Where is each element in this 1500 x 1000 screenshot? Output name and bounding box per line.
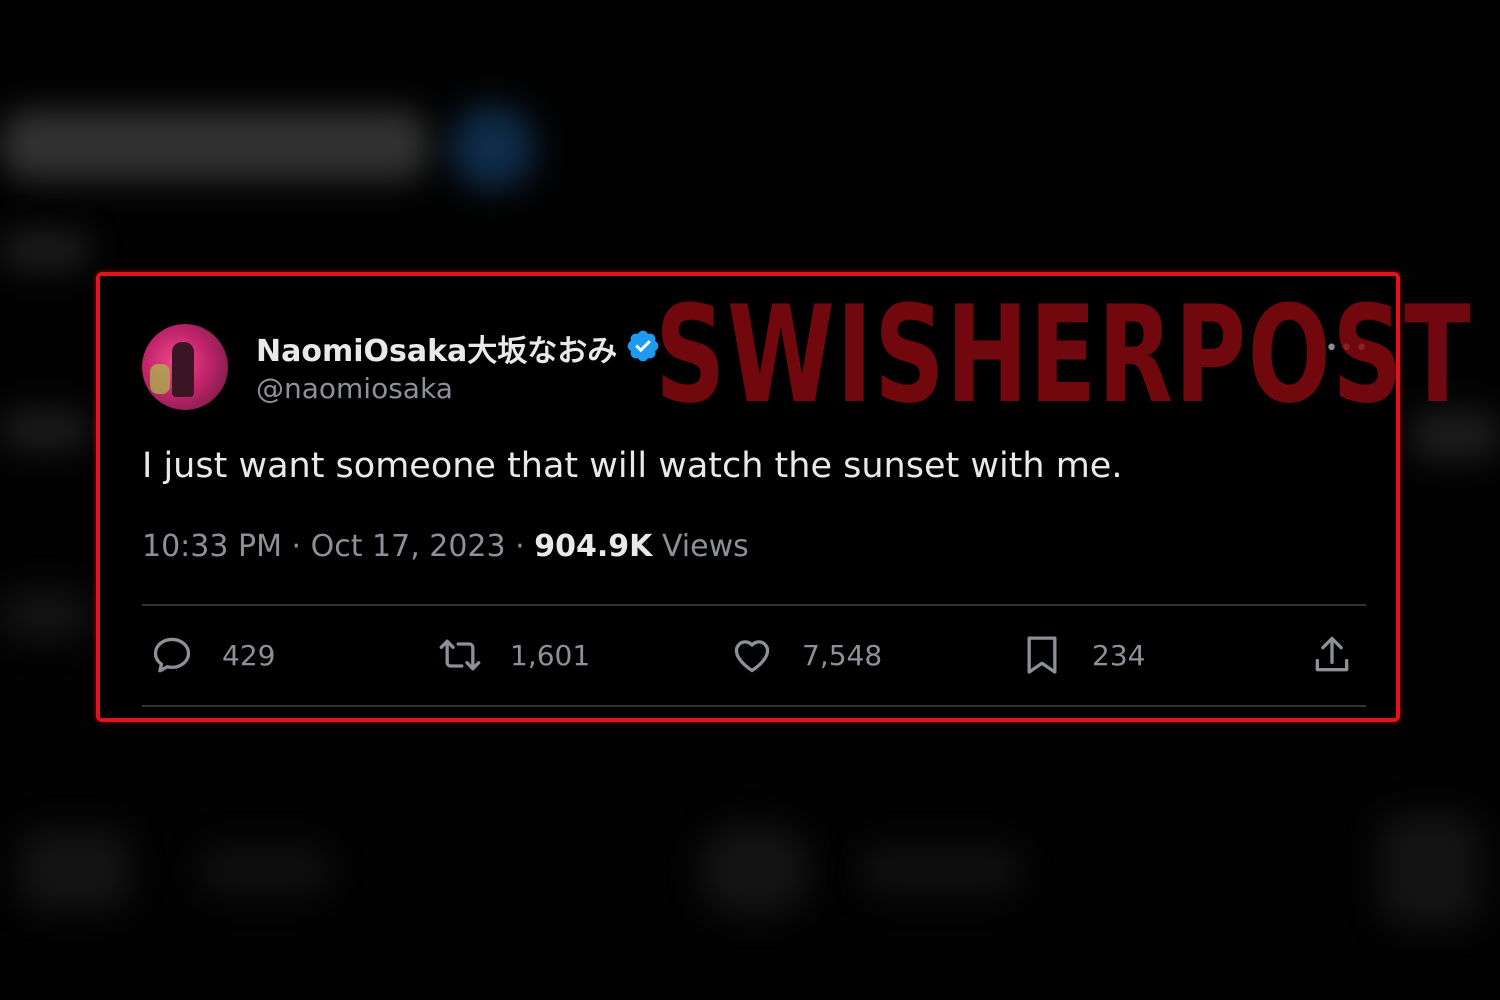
- tweet-date[interactable]: Oct 17, 2023: [311, 529, 506, 564]
- meta-separator: ·: [291, 529, 302, 564]
- views-label: Views: [661, 529, 749, 564]
- blurred-background-text: [0, 410, 90, 450]
- blurred-background-label: [860, 845, 1020, 895]
- blurred-background-badge: [450, 105, 535, 190]
- tweet-metadata: 10:33 PM · Oct 17, 2023 · 904.9K Views: [142, 529, 749, 564]
- retweet-count: 1,601: [510, 638, 591, 672]
- blurred-background-right: [1410, 410, 1500, 460]
- tweet-card: NaomiOsaka大坂なおみ @naomiosaka ••• I just w…: [96, 272, 1400, 722]
- retweet-icon: [439, 639, 481, 671]
- more-options-icon[interactable]: •••: [1325, 336, 1370, 361]
- user-handle[interactable]: @naomiosaka: [256, 372, 453, 405]
- like-count: 7,548: [802, 638, 883, 672]
- like-button[interactable]: 7,548: [730, 630, 882, 680]
- divider: [142, 604, 1366, 606]
- blurred-background-icon: [20, 830, 130, 910]
- meta-separator: ·: [515, 529, 525, 564]
- avatar-figure: [172, 342, 194, 397]
- verified-badge-icon: [627, 330, 659, 362]
- share-button[interactable]: [1310, 630, 1354, 680]
- reply-button[interactable]: 429: [150, 630, 275, 680]
- blurred-background-label: [200, 845, 330, 895]
- blurred-background-icon: [1380, 815, 1480, 925]
- blurred-background-handle: [0, 230, 90, 270]
- bookmark-count: 234: [1092, 638, 1146, 672]
- heart-icon: [734, 640, 770, 673]
- tweet-text: I just want someone that will watch the …: [142, 446, 1123, 486]
- bookmark-icon: [1027, 636, 1057, 674]
- reply-icon: [153, 637, 191, 673]
- share-icon: [1315, 636, 1349, 672]
- blurred-background-name: [0, 110, 430, 180]
- avatar-detail: [150, 364, 170, 394]
- bookmark-button[interactable]: 234: [1020, 630, 1145, 680]
- reply-count: 429: [222, 638, 276, 672]
- blurred-background-icon: [700, 825, 810, 915]
- avatar[interactable]: [142, 324, 228, 410]
- retweet-button[interactable]: 1,601: [438, 630, 590, 680]
- display-name[interactable]: NaomiOsaka大坂なおみ: [256, 326, 617, 370]
- divider: [142, 705, 1366, 707]
- blurred-background-left: [0, 590, 90, 640]
- screenshot-stage: NaomiOsaka大坂なおみ @naomiosaka ••• I just w…: [0, 0, 1500, 1000]
- tweet-time[interactable]: 10:33 PM: [142, 529, 282, 564]
- views-count: 904.9K: [534, 529, 653, 564]
